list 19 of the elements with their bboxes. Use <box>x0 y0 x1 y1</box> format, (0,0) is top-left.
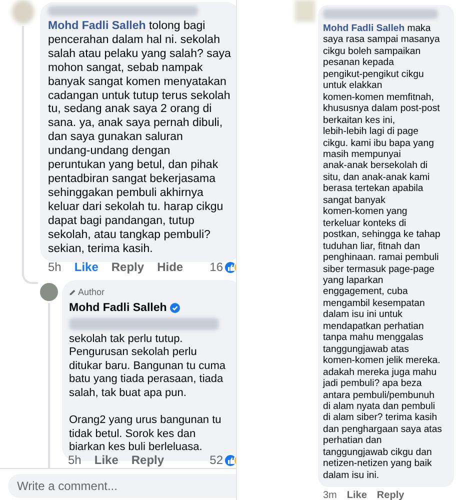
comment-input-field[interactable]: Write a comment... <box>8 474 236 498</box>
reaction-count: 16 <box>210 259 223 276</box>
pencil-icon <box>69 289 76 296</box>
timestamp: 5h <box>68 452 82 468</box>
reply-paragraph: sekolah tak perlu tutup. Pengurusan sekolah perlu ditukar baru. Bangunan tu cuma batu yang tiada perasaan, tiada salah, tak buat apa pun. <box>69 332 227 400</box>
like-link[interactable]: Like <box>74 258 98 276</box>
hide-link[interactable]: Hide <box>157 258 184 276</box>
reply-link[interactable]: Reply <box>376 488 404 500</box>
comment-text: Mohd Fadli Salleh tolong bagi pencerahan dalam hal ni. sekolah salah atau pelaku yang salah? saya mohon sangat, sebab nampak banyak sangat komen menyatakan cadangan untuk tutup terus sekolah tu, sedang anak saya 2 orang di sana. ya, anak saya pernah dibuli, dan saya gunakan saluran undang-undang dengan peruntukan yang betul, dan pihak pentadbiran sangat bekerjasama sehinggakan pembuli akhirnya keluar dari sekolah tu. harap cikgu dapat bagi pandangan, tutup sekolah, atau tangkap pembuli? sekian, terima kasih. <box>48 20 232 256</box>
author-label: Author <box>78 286 105 299</box>
timestamp: 5h <box>48 259 62 276</box>
like-link[interactable]: Like <box>346 488 367 500</box>
name-tag-link[interactable]: Mohd Fadli Salleh <box>48 20 146 32</box>
timestamp: 3m <box>323 489 337 500</box>
reply-link[interactable]: Reply <box>111 258 144 276</box>
comment-text: Mohd Fadli Salleh maka saya rasa sampai masanya cikgu boleh sampaikan pesanan kepada pengikut-pengikut cikgu untuk elakkan komen-komen memfitnah, khususnya dalam post-post berkaitan kes ini, lebih-lebih lagi di page cikgu. kami ibu bapa yang masih mempunyai anak-anak bersekolah di situ, dan anak-anak kami berasa tertekan apabila sangat banyak komen-komen yang terkeluar konteks di postkan, sehingga ke tahap tuduhan liar, fitnah dan penghinaan. ramai pembuli siber termasuk page-page yang laparkan enggagement, cuba mengambil kesempatan dalam isu ini untuk mendapatkan perhatian tanpa mahu menggalas tanggungjawab atas komen-komen jelik mereka. adakah mereka juga mahu jadi pembuli? apa beza antara pembuli/pembunuh di alam nyata dan pembuli di alam siber? terima kasih dan penghargaan saya atas perhatian dan tanggungjawab cikgu dan netizen-netizen yang baik dalam isu ini. <box>323 23 443 482</box>
author-name-link[interactable]: Mohd Fadli Salleh <box>69 300 167 317</box>
name-tag-link[interactable]: Mohd Fadli Salleh <box>323 23 405 34</box>
reaction-count: 52 <box>210 452 223 468</box>
